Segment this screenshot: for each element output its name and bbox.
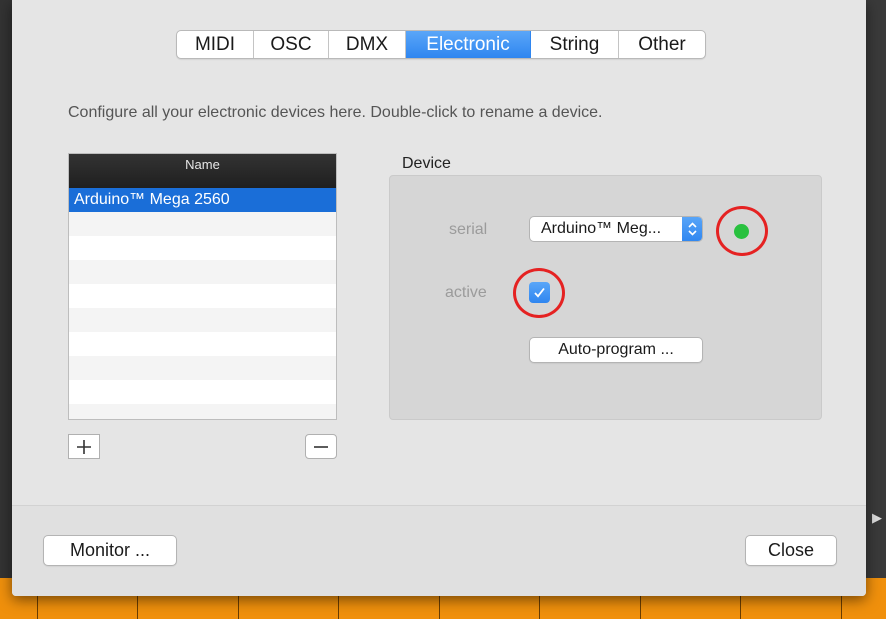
add-device-button[interactable] xyxy=(68,434,100,459)
auto-program-button[interactable]: Auto-program ... xyxy=(529,337,703,363)
minus-icon xyxy=(314,445,328,448)
active-label: active xyxy=(445,284,487,301)
tab-other[interactable]: Other xyxy=(619,31,705,58)
background-right-panel xyxy=(866,0,886,619)
serial-label: serial xyxy=(449,221,488,238)
up-down-chevron-icon xyxy=(688,222,697,236)
serial-port-value: Arduino™ Meg... xyxy=(541,220,662,237)
list-empty-row xyxy=(69,212,336,236)
tab-string[interactable]: String xyxy=(531,31,619,58)
list-empty-row xyxy=(69,284,336,308)
plus-icon xyxy=(77,439,91,454)
list-empty-row xyxy=(69,308,336,332)
highlight-ring-active xyxy=(513,268,565,318)
list-empty-row xyxy=(69,380,336,404)
remove-device-button[interactable] xyxy=(305,434,337,459)
monitor-button[interactable]: Monitor ... xyxy=(43,535,177,566)
background-left-panel xyxy=(0,0,12,619)
list-empty-row xyxy=(69,236,336,260)
preferences-sheet: MIDI OSC DMX Electronic String Other Con… xyxy=(12,0,866,596)
tab-midi[interactable]: MIDI xyxy=(177,31,254,58)
tab-osc[interactable]: OSC xyxy=(254,31,329,58)
device-group-title: Device xyxy=(402,155,451,172)
tab-electronic[interactable]: Electronic xyxy=(406,31,531,58)
list-empty-row xyxy=(69,260,336,284)
list-empty-row xyxy=(69,332,336,356)
tab-dmx[interactable]: DMX xyxy=(329,31,406,58)
close-button[interactable]: Close xyxy=(745,535,837,566)
highlight-ring-status xyxy=(716,206,768,256)
list-item[interactable]: Arduino™ Mega 2560 xyxy=(69,188,336,212)
serial-port-popup[interactable]: Arduino™ Meg... xyxy=(529,216,703,242)
list-empty-row xyxy=(69,404,336,419)
play-arrow-icon: ▶ xyxy=(872,510,882,525)
list-empty-row xyxy=(69,356,336,380)
description-text: Configure all your electronic devices he… xyxy=(68,104,603,121)
device-list[interactable]: Name Arduino™ Mega 2560 xyxy=(68,153,337,420)
list-column-header[interactable]: Name xyxy=(69,154,336,188)
device-type-tabs: MIDI OSC DMX Electronic String Other xyxy=(176,30,706,59)
popup-stepper[interactable] xyxy=(682,217,702,241)
